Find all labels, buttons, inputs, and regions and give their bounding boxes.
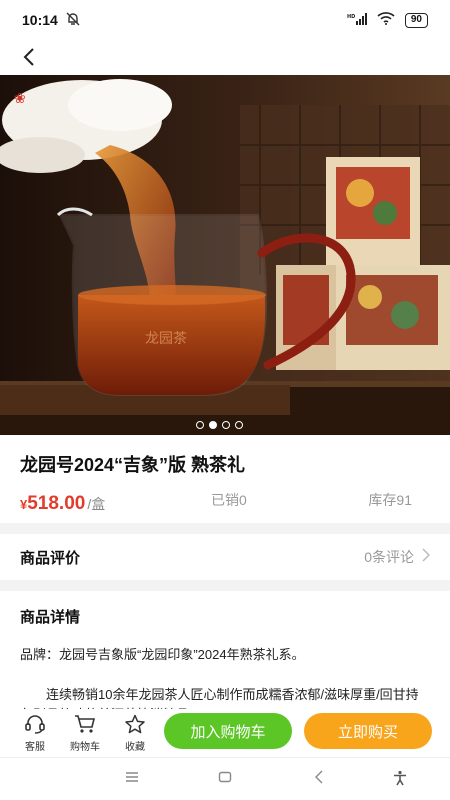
product-image-carousel[interactable]: ❀ 龙园茶 — [0, 75, 450, 435]
carousel-dot[interactable] — [196, 421, 204, 429]
wifi-icon — [377, 12, 395, 28]
currency-symbol: ¥ — [20, 497, 28, 512]
battery-icon: 90 — [404, 12, 428, 28]
product-info: 龙园号2024“吉象”版 熟茶礼 ¥ 518.00 /盒 已销0 库存91 — [0, 435, 450, 523]
favorite-label: 收藏 — [125, 741, 145, 753]
svg-text:龙园茶: 龙园茶 — [145, 331, 187, 347]
stock-count: 库存91 — [368, 492, 412, 508]
svg-text:❀: ❀ — [14, 91, 26, 107]
bottom-action-bar: 客服 购物车 收藏 加入购物车 立即购买 — [0, 709, 450, 757]
top-nav — [0, 40, 450, 75]
back-button[interactable] — [14, 42, 44, 72]
customer-service-label: 客服 — [25, 741, 45, 753]
review-count: 0条评论 — [364, 549, 414, 565]
back-nav-icon[interactable] — [313, 770, 327, 789]
signal-icon: HD — [347, 12, 367, 28]
cart-label: 购物车 — [70, 741, 100, 753]
signal-label: HD — [347, 14, 355, 20]
carousel-dot[interactable] — [222, 421, 230, 429]
customer-service-button[interactable]: 客服 — [10, 714, 60, 753]
product-detail: 商品详情 品牌：龙园号吉象版“龙园印象”2024年熟茶礼系。 连续畅销10余年龙… — [0, 591, 450, 709]
add-to-cart-button[interactable]: 加入购物车 — [164, 713, 292, 749]
headset-icon — [25, 714, 45, 734]
buy-now-button[interactable]: 立即购买 — [304, 713, 432, 749]
menu-icon[interactable] — [125, 770, 139, 789]
sold-count: 已销0 — [211, 492, 247, 508]
home-icon[interactable] — [218, 770, 232, 789]
detail-body: 连续畅销10余年龙园茶人匠心制作而成糯香浓郁/滋味厚重/回甘持久别具韵味的普洱茶… — [20, 687, 419, 709]
chevron-left-icon — [23, 48, 34, 66]
detail-brand-line: 品牌：龙园号吉象版“龙园印象”2024年熟茶礼系。 — [20, 647, 305, 662]
price-unit: /盒 — [87, 496, 106, 512]
reviews-title: 商品评价 — [20, 549, 81, 567]
carousel-dot[interactable] — [235, 421, 243, 429]
reviews-row[interactable]: 商品评价 0条评论 — [0, 534, 450, 580]
star-icon — [125, 714, 145, 733]
product-photo: ❀ 龙园茶 — [0, 75, 450, 435]
system-nav-bar — [0, 757, 450, 800]
detail-title: 商品详情 — [20, 609, 81, 626]
status-time: 10:14 — [22, 12, 58, 28]
favorite-button[interactable]: 收藏 — [110, 714, 160, 753]
product-price: 518.00 — [27, 493, 86, 514]
product-title: 龙园号2024“吉象”版 熟茶礼 — [20, 455, 246, 475]
carousel-indicator — [196, 421, 243, 429]
status-bar: 10:14 HD 90 — [0, 0, 450, 40]
cart-button[interactable]: 购物车 — [60, 714, 110, 753]
accessibility-icon[interactable] — [392, 770, 408, 791]
mute-icon — [66, 12, 80, 29]
carousel-dot-active[interactable] — [209, 421, 217, 429]
chevron-right-icon — [422, 547, 431, 567]
cart-icon — [75, 714, 96, 733]
